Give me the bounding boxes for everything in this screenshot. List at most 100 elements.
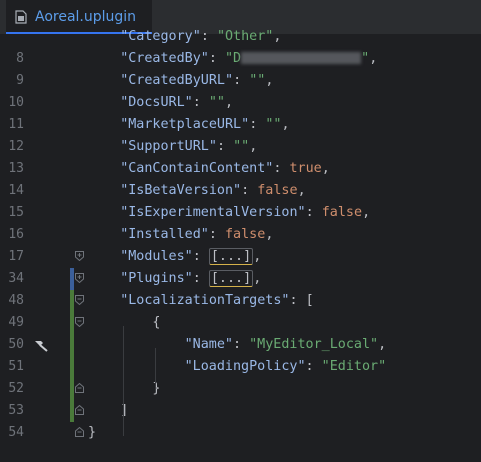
vcs-added-marker	[70, 290, 74, 422]
code-line[interactable]: 54}	[0, 422, 481, 444]
indent-guide	[123, 326, 125, 436]
line-number: 14	[8, 183, 24, 198]
code-text: "Name": "MyEditor_Local",	[185, 334, 387, 356]
code-token: "Category"	[120, 29, 201, 44]
redacted-text	[241, 52, 362, 64]
code-token: {	[152, 315, 161, 330]
code-line[interactable]: 13 "CanContainContent": true,	[0, 158, 481, 180]
code-token: "	[361, 51, 370, 66]
code-token: :	[192, 271, 209, 286]
code-token: false	[257, 183, 298, 198]
code-token: :	[216, 139, 234, 154]
line-number: 10	[8, 95, 24, 110]
code-text: "CreatedByURL": "",	[120, 70, 273, 92]
code-token: :	[305, 359, 322, 374]
fold-end-icon[interactable]	[75, 427, 84, 437]
code-token: ,	[321, 161, 330, 176]
line-number: 51	[8, 359, 24, 374]
code-token: "LoadingPolicy"	[184, 359, 306, 374]
line-number: 54	[8, 425, 24, 440]
code-token: ,	[225, 95, 234, 110]
code-token: "CreatedByURL"	[120, 73, 234, 88]
code-token: "D	[225, 51, 242, 66]
line-number: 16	[8, 227, 24, 242]
fold-expand-icon[interactable]	[75, 273, 84, 283]
code-token: "Installed"	[120, 227, 209, 242]
code-text: "IsBetaVersion": false,	[120, 180, 305, 202]
line-number: 13	[8, 161, 24, 176]
code-token: "Editor"	[321, 359, 387, 374]
code-token: ,	[249, 139, 258, 154]
code-token: :	[208, 51, 225, 66]
code-token: ,	[362, 205, 371, 220]
code-token: ""	[233, 139, 250, 154]
code-token: false	[225, 227, 266, 242]
folded-region[interactable]: [...]	[208, 248, 254, 265]
fold-end-icon[interactable]	[75, 383, 84, 393]
code-text: "Category": "Other",	[120, 26, 281, 48]
code-text: "CanContainContent": true,	[120, 158, 330, 180]
code-token: "CreatedBy"	[120, 51, 209, 66]
code-token: ,	[297, 183, 306, 198]
code-token: :	[192, 249, 209, 264]
code-token: "Plugins"	[120, 271, 193, 286]
code-token: ,	[253, 249, 262, 264]
code-text: }	[152, 378, 160, 400]
code-token: ,	[253, 271, 262, 286]
folded-region[interactable]: [...]	[208, 270, 254, 287]
code-line[interactable]: 14 "IsBetaVersion": false,	[0, 180, 481, 202]
fold-expand-icon[interactable]	[75, 251, 84, 261]
code-line[interactable]: 11 "MarketplaceURL": "",	[0, 114, 481, 136]
code-text: "LocalizationTargets": [	[120, 290, 314, 312]
hammer-icon[interactable]	[33, 338, 49, 352]
code-token: ""	[249, 73, 266, 88]
code-line[interactable]: 15 "IsExperimentalVersion": false,	[0, 202, 481, 224]
code-line[interactable]: 16 "Installed": false,	[0, 224, 481, 246]
line-number: 11	[8, 117, 24, 132]
code-text: "Installed": false,	[120, 224, 273, 246]
code-text: }	[88, 422, 96, 444]
line-number: 53	[8, 403, 24, 418]
line-number: 17	[8, 249, 24, 264]
code-token: }	[88, 425, 97, 440]
code-token: ,	[281, 117, 290, 132]
code-token: : [	[289, 293, 314, 308]
code-token: "LocalizationTargets"	[120, 293, 290, 308]
code-token: true	[289, 161, 322, 176]
code-text: "SupportURL": "",	[120, 136, 257, 158]
code-line[interactable]: 8 "CreatedBy": "D ",	[0, 48, 481, 70]
code-token: ""	[208, 95, 225, 110]
line-number: 48	[8, 293, 24, 308]
code-token: "MarketplaceURL"	[120, 117, 250, 132]
code-text: "LoadingPolicy": "Editor"	[185, 356, 387, 378]
indent-guide	[155, 348, 157, 392]
code-token: "DocsURL"	[120, 95, 193, 110]
code-text: "MarketplaceURL": "",	[120, 114, 289, 136]
fold-collapse-icon[interactable]	[75, 317, 84, 327]
fold-collapse-icon[interactable]	[75, 295, 84, 305]
line-number: 9	[16, 73, 24, 88]
line-number: 52	[8, 381, 24, 396]
code-token: "MyEditor_Local"	[249, 337, 379, 352]
code-text: "DocsURL": "",	[120, 92, 233, 114]
code-token: :	[232, 337, 250, 352]
code-line[interactable]: 9 "CreatedByURL": "",	[0, 70, 481, 92]
vcs-modified-marker	[70, 268, 74, 290]
fold-end-icon[interactable]	[75, 405, 84, 415]
code-token: :	[241, 183, 258, 198]
line-number: 15	[8, 205, 24, 220]
code-line[interactable]: 10 "DocsURL": "",	[0, 92, 481, 114]
code-line[interactable]: 12 "SupportURL": "",	[0, 136, 481, 158]
code-editor[interactable]: "Category": "Other", 8 "CreatedBy": "D ", 9 "…	[0, 29, 481, 462]
code-line[interactable]: "Category": "Other",	[0, 26, 481, 48]
code-token: "Other"	[216, 29, 274, 44]
line-number: 12	[8, 139, 24, 154]
code-text: "IsExperimentalVersion": false,	[120, 202, 370, 224]
code-token: }	[152, 381, 161, 396]
line-number: 34	[8, 271, 24, 286]
code-token: ""	[265, 117, 282, 132]
code-line[interactable]: 17 "Modules": [...],	[0, 246, 481, 268]
code-token: :	[233, 73, 250, 88]
line-number: 50	[8, 337, 24, 352]
code-token: :	[192, 95, 209, 110]
